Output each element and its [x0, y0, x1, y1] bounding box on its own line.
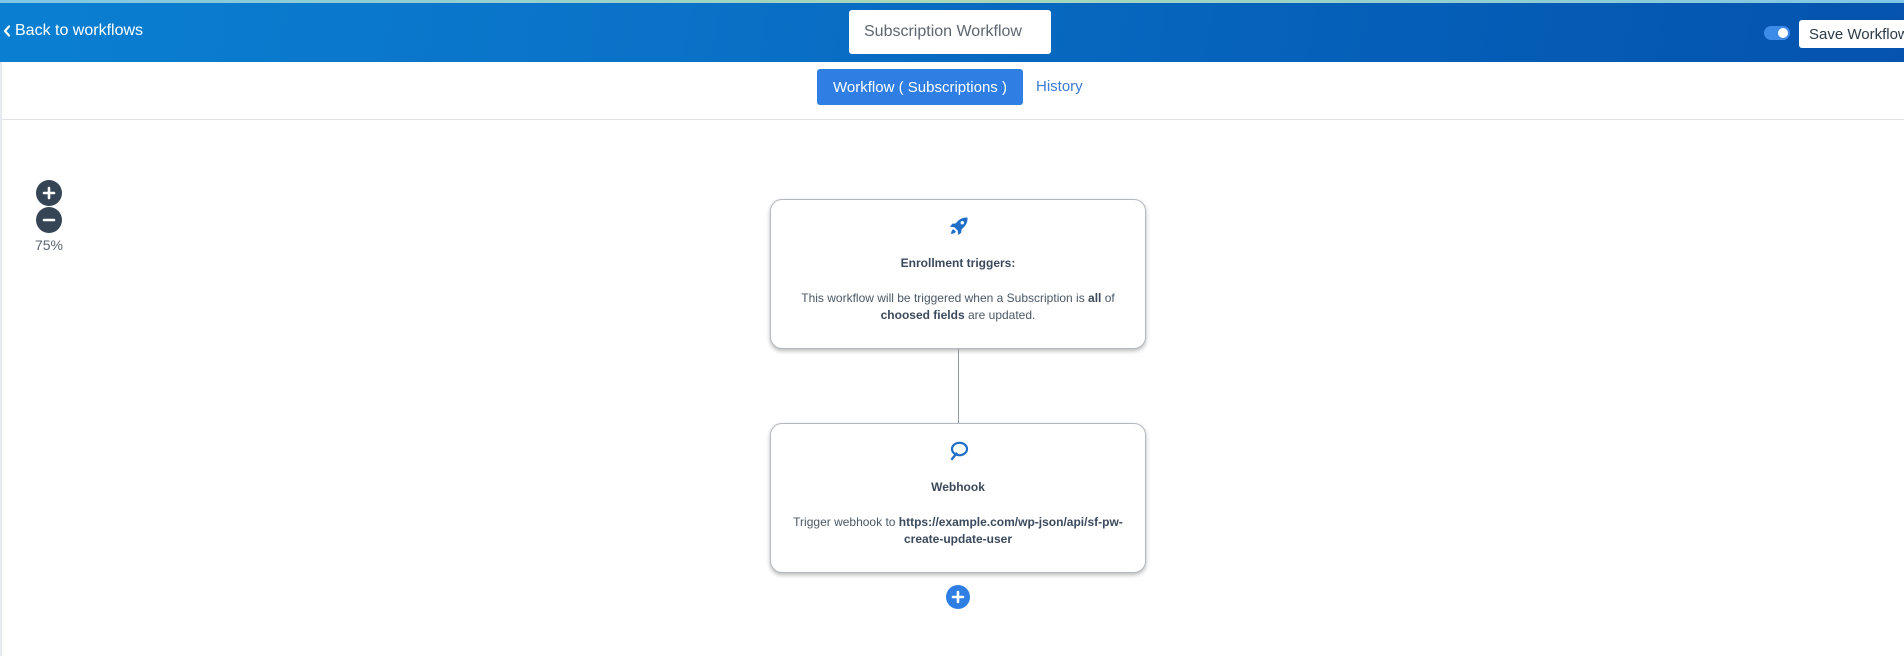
- back-to-workflows-link[interactable]: Back to workflows: [2, 20, 143, 42]
- workflow-name-input[interactable]: [849, 10, 1051, 54]
- left-edge-border: [0, 62, 2, 656]
- add-step-button[interactable]: [946, 585, 970, 609]
- node-connector-line: [958, 349, 959, 423]
- webhook-url: https://example.com/wp-json/api/sf-pw-cr…: [898, 515, 1123, 546]
- plus-icon: [42, 186, 56, 200]
- trigger-desc-all: all: [1088, 291, 1102, 305]
- zoom-level-label: 75%: [34, 237, 64, 253]
- app-header: Back to workflows Save Workflow: [0, 3, 1904, 62]
- webhook-node-title: Webhook: [931, 480, 985, 494]
- zoom-in-button[interactable]: [36, 180, 62, 206]
- trigger-node-description: This workflow will be triggered when a S…: [789, 290, 1127, 324]
- trigger-node-title: Enrollment triggers:: [900, 256, 1016, 270]
- tab-history[interactable]: History: [1036, 78, 1083, 96]
- trigger-desc-text: This workflow will be triggered when a S…: [801, 291, 1089, 305]
- enrollment-trigger-node[interactable]: Enrollment triggers: This workflow will …: [770, 199, 1146, 349]
- plus-icon: [951, 590, 965, 604]
- zoom-out-button[interactable]: [36, 207, 62, 233]
- webhook-node[interactable]: Webhook Trigger webhook to https://examp…: [770, 423, 1146, 573]
- toggle-knob: [1778, 28, 1788, 38]
- back-link-label: Back to workflows: [15, 22, 144, 39]
- chevron-left-icon: [2, 24, 12, 38]
- webhook-desc-text: Trigger webhook to: [793, 515, 899, 529]
- save-workflow-button[interactable]: Save Workflow: [1799, 20, 1904, 48]
- webhook-node-description: Trigger webhook to https://example.com/w…: [789, 514, 1127, 548]
- trigger-desc-text: are updated.: [964, 308, 1036, 322]
- tab-workflow[interactable]: Workflow ( Subscriptions ): [817, 69, 1023, 105]
- webhook-icon: [946, 437, 972, 463]
- minus-icon: [42, 218, 56, 222]
- trigger-desc-text: of: [1101, 291, 1115, 305]
- trigger-desc-fields: choosed fields: [880, 308, 965, 322]
- workflow-active-toggle[interactable]: [1764, 26, 1790, 40]
- rocket-icon: [946, 213, 972, 239]
